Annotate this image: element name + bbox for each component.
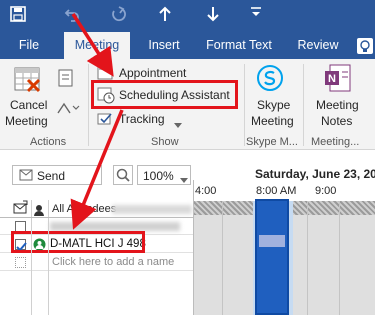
- header-divider: [0, 217, 193, 218]
- forward-icon[interactable]: [56, 100, 80, 116]
- svg-text:N: N: [328, 73, 336, 85]
- zoom-select[interactable]: 100%: [137, 165, 191, 185]
- customize-quick-access-icon[interactable]: [250, 4, 262, 23]
- add-attendee-row[interactable]: Click here to add a name: [0, 254, 193, 271]
- add-name-input[interactable]: Click here to add a name: [52, 256, 174, 268]
- chevron-down-icon: [180, 173, 188, 187]
- group-skype: Skype M...: [246, 136, 298, 148]
- ribbon-divider: [244, 64, 245, 146]
- zoom-button[interactable]: [113, 165, 133, 185]
- skype-icon: [254, 62, 286, 94]
- undo-icon[interactable]: [64, 6, 80, 27]
- group-meeting-notes: Meeting...: [311, 136, 360, 148]
- chevron-down-icon[interactable]: [174, 116, 182, 128]
- tracking-button[interactable]: Tracking: [119, 112, 165, 126]
- send-icon: [19, 169, 33, 184]
- blurred-name: [50, 222, 180, 231]
- tab-insert[interactable]: Insert: [138, 32, 190, 59]
- appointment-icon: [97, 66, 113, 80]
- tab-meeting[interactable]: Meeting: [64, 32, 130, 59]
- save-icon[interactable]: [10, 6, 26, 27]
- hour-label: 9:00: [315, 185, 337, 197]
- hour-gridline: [222, 201, 223, 315]
- lightbulb-icon[interactable]: [357, 38, 373, 54]
- date-header: Saturday, June 23, 2018: [255, 167, 375, 181]
- hour-gridline: [339, 201, 340, 315]
- send-label: Send: [37, 169, 66, 183]
- title-bar: [0, 0, 375, 32]
- hour-label: 4:00: [195, 185, 217, 197]
- hour-label: 8:00 AM: [256, 185, 297, 197]
- hour-gridline: [307, 201, 308, 315]
- ribbon-divider: [88, 64, 89, 146]
- selected-meeting-slot[interactable]: [255, 199, 289, 315]
- group-show: Show: [151, 136, 179, 148]
- meeting-notes-label-2[interactable]: Notes: [321, 114, 352, 128]
- tab-file[interactable]: File: [8, 32, 50, 59]
- ribbon-tabs: File Meeting Insert Format Text Review: [0, 32, 375, 59]
- all-attendees-header: All Attendees: [52, 203, 117, 215]
- address-book-icon[interactable]: [56, 68, 76, 88]
- cancel-meeting-label-2[interactable]: Meeting: [5, 114, 48, 128]
- person-icon: [33, 203, 45, 216]
- calendar-cancel-icon: [12, 64, 42, 94]
- down-arrow-icon[interactable]: [206, 6, 220, 27]
- highlight-box-scheduling: [91, 80, 238, 109]
- envelope-icon: [13, 200, 31, 217]
- up-arrow-icon[interactable]: [158, 6, 172, 27]
- appointment-button[interactable]: Appointment: [119, 66, 186, 80]
- blurred-name: [112, 205, 192, 214]
- group-actions: Actions: [30, 136, 67, 148]
- attendee-busy-block: [259, 235, 285, 247]
- meeting-notes-label-1[interactable]: Meeting: [316, 98, 359, 112]
- zoom-icon: [116, 168, 130, 182]
- ribbon-divider: [303, 64, 304, 146]
- skype-meeting-label-2[interactable]: Meeting: [251, 114, 294, 128]
- tab-review[interactable]: Review: [290, 32, 346, 59]
- onenote-icon: N: [322, 62, 354, 94]
- zoom-value: 100%: [143, 169, 174, 183]
- tracking-icon: [97, 112, 113, 126]
- attendee-checkbox[interactable]: [15, 257, 26, 268]
- cancel-meeting-label-1[interactable]: Cancel: [10, 98, 47, 112]
- send-button[interactable]: Send: [12, 165, 102, 185]
- tab-format-text[interactable]: Format Text: [198, 32, 280, 59]
- skype-meeting-label-1[interactable]: Skype: [257, 98, 290, 112]
- redo-icon[interactable]: [110, 6, 126, 27]
